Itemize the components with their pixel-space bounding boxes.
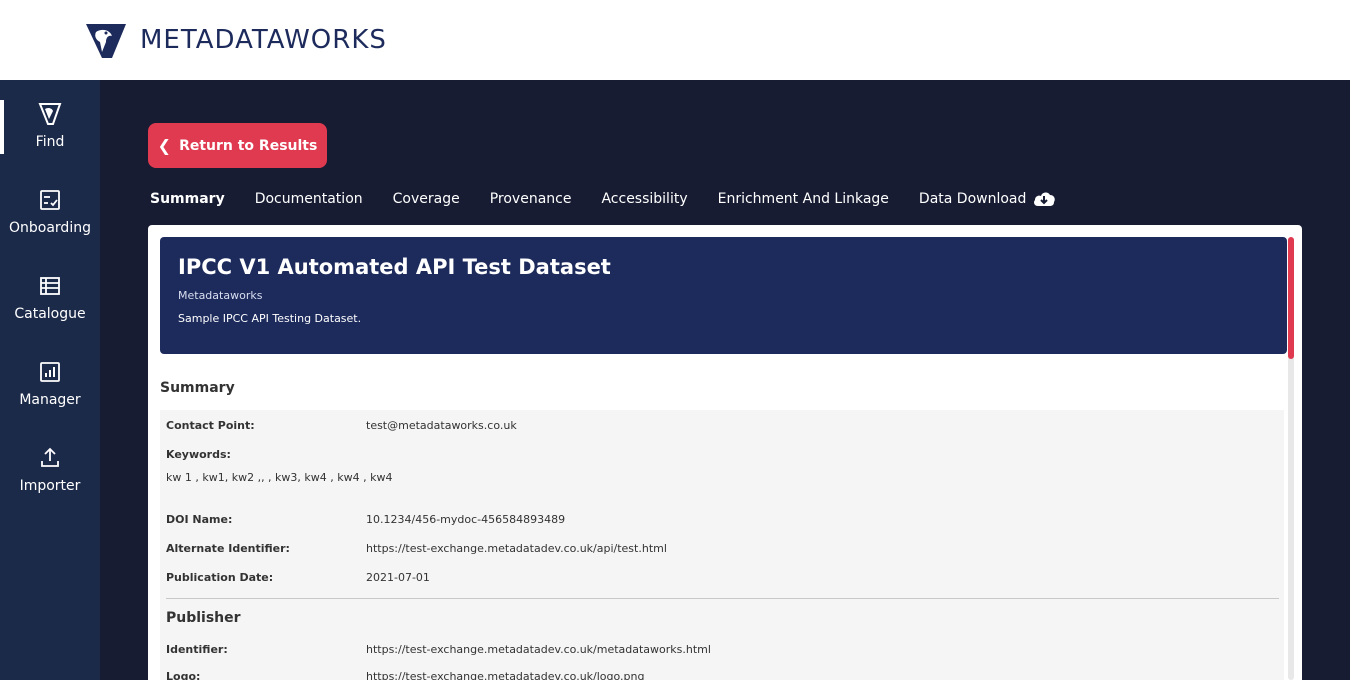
- alternate-identifier-link[interactable]: https://test-exchange.metadatadev.co.uk/…: [366, 542, 667, 555]
- scrollbar-thumb[interactable]: [1288, 237, 1294, 359]
- dataset-tabs: Summary Documentation Coverage Provenanc…: [150, 190, 1086, 208]
- tab-label: Accessibility: [601, 191, 688, 207]
- cloud-download-icon: [1034, 192, 1056, 206]
- main-content: ❮ Return to Results Summary Documentatio…: [100, 80, 1350, 680]
- keywords-row: Keywords:: [166, 448, 366, 461]
- chart-icon: [40, 362, 60, 382]
- logo-text-bold: WORKS: [284, 25, 387, 55]
- keywords-value: kw 1 , kw1, kw2 ,, , kw3, kw4 , kw4 , kw…: [166, 471, 393, 484]
- dataset-description: Sample IPCC API Testing Dataset.: [178, 312, 362, 325]
- publisher-logo-link[interactable]: https://test-exchange.metadatadev.co.uk/…: [366, 670, 644, 680]
- publication-date-value: 2021-07-01: [366, 571, 430, 584]
- section-divider: [166, 598, 1279, 599]
- tab-data-download[interactable]: Data Download: [919, 190, 1056, 208]
- summary-details: Contact Point: test@metadataworks.co.uk K…: [160, 410, 1284, 680]
- dataset-title: IPCC V1 Automated API Test Dataset: [178, 255, 611, 279]
- sidebar-item-manager[interactable]: Manager: [0, 338, 100, 424]
- dataset-hero-card: IPCC V1 Automated API Test Dataset Metad…: [160, 237, 1287, 354]
- tab-label: Data Download: [918, 191, 1027, 207]
- sidebar-item-onboarding[interactable]: Onboarding: [0, 166, 100, 252]
- field-label: DOI Name:: [166, 513, 233, 526]
- tab-label: Documentation: [254, 191, 363, 207]
- bird-logo-icon: [86, 24, 126, 58]
- chevron-left-icon: ❮: [157, 136, 172, 155]
- tab-provenance[interactable]: Provenance: [490, 190, 572, 208]
- tab-documentation[interactable]: Documentation: [255, 190, 363, 208]
- doi-value: 10.1234/456-mydoc-456584893489: [366, 513, 566, 526]
- sidebar-item-catalogue[interactable]: Catalogue: [0, 252, 100, 338]
- publisher-identifier-link[interactable]: https://test-exchange.metadatadev.co.uk/…: [366, 643, 711, 656]
- field-label: Contact Point:: [166, 419, 255, 432]
- sidebar: Find Onboarding Catalogue Manager Import…: [0, 80, 100, 680]
- sidebar-item-label: Onboarding: [9, 220, 91, 236]
- upload-icon: [41, 447, 59, 467]
- sidebar-item-label: Manager: [19, 392, 81, 408]
- tab-label: Summary: [150, 191, 225, 207]
- contact-point-row: Contact Point: test@metadataworks.co.uk: [166, 419, 517, 432]
- contact-point-value[interactable]: test@metadataworks.co.uk: [366, 419, 517, 432]
- tab-summary[interactable]: Summary: [150, 190, 225, 208]
- alternate-identifier-row: Alternate Identifier: https://test-exchan…: [166, 542, 667, 555]
- field-label: Alternate Identifier:: [166, 542, 290, 555]
- list-icon: [40, 277, 60, 295]
- field-label: Identifier:: [166, 643, 228, 656]
- publisher-logo-row: Logo: https://test-exchange.metadatadev.c…: [166, 670, 644, 680]
- logo-text-light: METADATA: [140, 25, 285, 55]
- doi-row: DOI Name: 10.1234/456-mydoc-456584893489: [166, 513, 565, 526]
- summary-section-title: Summary: [160, 380, 235, 396]
- tab-label: Coverage: [392, 191, 460, 207]
- field-label: Logo:: [166, 670, 201, 680]
- sidebar-item-find[interactable]: Find: [0, 80, 100, 166]
- publisher-identifier-row: Identifier: https://test-exchange.metadat…: [166, 643, 711, 656]
- tab-accessibility[interactable]: Accessibility: [601, 190, 687, 208]
- sidebar-item-label: Importer: [19, 478, 81, 494]
- publisher-section-title: Publisher: [166, 610, 241, 626]
- return-to-results-button[interactable]: ❮ Return to Results: [148, 123, 327, 168]
- dataset-detail-panel: IPCC V1 Automated API Test Dataset Metad…: [148, 225, 1302, 680]
- find-icon: [38, 103, 62, 125]
- sidebar-item-importer[interactable]: Importer: [0, 424, 100, 510]
- tab-label: Provenance: [489, 191, 572, 207]
- field-label: Publication Date:: [166, 571, 274, 584]
- scrollbar[interactable]: [1288, 237, 1294, 680]
- metadataworks-logo[interactable]: METADATAWORKS: [84, 18, 387, 62]
- field-label: Keywords:: [166, 448, 231, 461]
- checklist-icon: [40, 190, 60, 210]
- dataset-publisher: Metadataworks: [178, 289, 263, 302]
- sidebar-item-label: Catalogue: [14, 306, 86, 322]
- publication-date-row: Publication Date: 2021-07-01: [166, 571, 430, 584]
- tab-coverage[interactable]: Coverage: [393, 190, 460, 208]
- tab-label: Enrichment And Linkage: [717, 191, 889, 207]
- tab-enrichment-and-linkage[interactable]: Enrichment And Linkage: [718, 190, 889, 208]
- logo-wordmark: METADATAWORKS: [140, 25, 387, 55]
- sidebar-item-label: Find: [35, 134, 65, 150]
- return-button-label: Return to Results: [179, 137, 318, 154]
- top-header: METADATAWORKS: [0, 0, 1350, 80]
